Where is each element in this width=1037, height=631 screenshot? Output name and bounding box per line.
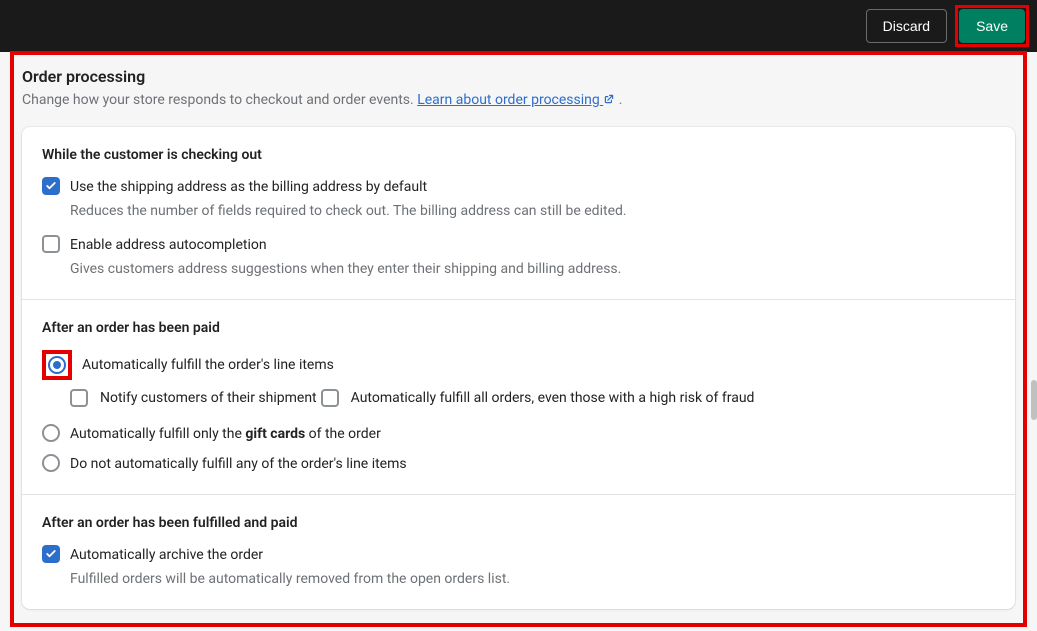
- label-notify-shipment: Notify customers of their shipment: [100, 388, 317, 408]
- external-link-icon: [603, 93, 615, 109]
- help-auto-archive: Fulfilled orders will be automatically r…: [70, 569, 995, 589]
- learn-link[interactable]: Learn about order processing: [417, 92, 615, 108]
- save-highlight: Save: [955, 5, 1029, 47]
- radio-no-auto-fulfill[interactable]: [42, 454, 60, 472]
- label-no-auto-fulfill: Do not automatically fulfill any of the …: [70, 454, 407, 474]
- page-highlight: Order processing Change how your store r…: [10, 51, 1027, 627]
- label-fulfill-high-risk: Automatically fulfill all orders, even t…: [351, 388, 755, 408]
- help-autocomplete: Gives customers address suggestions when…: [70, 259, 995, 279]
- checkbox-billing-default[interactable]: [42, 177, 60, 195]
- section-checkout: While the customer is checking out Use t…: [22, 127, 1015, 299]
- label-autocomplete: Enable address autocompletion: [70, 235, 267, 255]
- save-button[interactable]: Save: [959, 9, 1025, 43]
- section-after-fulfilled: After an order has been fulfilled and pa…: [22, 494, 1015, 609]
- radio-auto-fulfill[interactable]: [48, 356, 66, 374]
- label-gift-cards: Automatically fulfill only the gift card…: [70, 424, 381, 444]
- section-heading: While the customer is checking out: [42, 147, 995, 163]
- checkbox-auto-archive[interactable]: [42, 545, 60, 563]
- radio-gift-cards[interactable]: [42, 424, 60, 442]
- section-heading: After an order has been fulfilled and pa…: [42, 515, 995, 531]
- page-title: Order processing: [22, 67, 1015, 86]
- checkbox-fulfill-high-risk[interactable]: [321, 389, 339, 407]
- label-auto-archive: Automatically archive the order: [70, 545, 263, 565]
- scrollbar-thumb[interactable]: [1031, 380, 1037, 420]
- label-billing-default: Use the shipping address as the billing …: [70, 177, 427, 197]
- checkbox-notify-shipment[interactable]: [70, 389, 88, 407]
- radio-highlight: [42, 350, 72, 380]
- label-auto-fulfill: Automatically fulfill the order's line i…: [82, 355, 334, 375]
- settings-card: While the customer is checking out Use t…: [22, 127, 1015, 609]
- checkbox-autocomplete[interactable]: [42, 235, 60, 253]
- discard-button[interactable]: Discard: [866, 9, 947, 43]
- section-after-paid: After an order has been paid Automatical…: [22, 299, 1015, 494]
- section-heading: After an order has been paid: [42, 320, 995, 336]
- topbar: Discard Save: [0, 0, 1037, 52]
- page-description: Change how your store responds to checko…: [22, 92, 1015, 109]
- help-billing-default: Reduces the number of fields required to…: [70, 201, 995, 221]
